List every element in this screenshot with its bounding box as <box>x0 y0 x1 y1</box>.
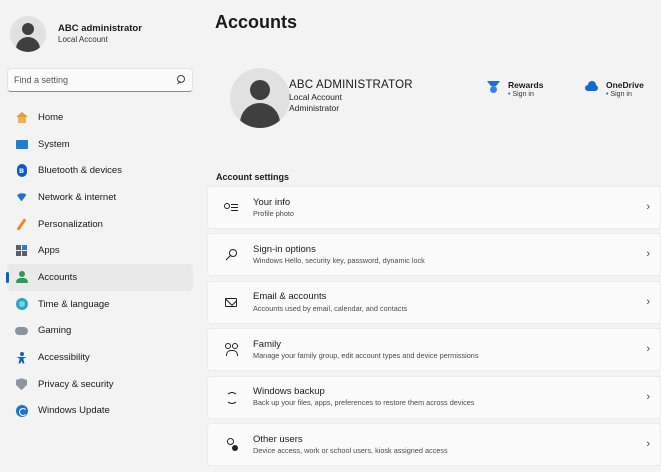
profile-avatar <box>230 68 290 128</box>
home-icon <box>15 111 28 124</box>
chevron-right-icon: › <box>646 201 650 213</box>
sidebar-item-accounts[interactable]: Accounts <box>6 264 193 291</box>
chevron-right-icon: › <box>646 437 650 450</box>
chevron-right-icon: › <box>646 390 650 403</box>
chevron-right-icon: › <box>646 248 650 261</box>
sidebar-item-bluetooth[interactable]: ʙ Bluetooth & devices <box>7 157 193 184</box>
sidebar-item-accessibility[interactable]: Accessibility <box>7 344 193 371</box>
apps-icon <box>15 244 28 257</box>
sidebar-item-windows-update[interactable]: Windows Update <box>7 398 193 425</box>
sidebar-item-privacy-security[interactable]: Privacy & security <box>7 371 193 398</box>
chevron-right-icon: › <box>646 295 650 308</box>
sidebar-item-personalization[interactable]: Personalization <box>7 211 193 238</box>
sidebar-item-gaming[interactable]: Gaming <box>7 318 193 345</box>
search-icon[interactable] <box>176 75 186 85</box>
profile-name: ABC ADMINISTRATOR <box>289 79 413 91</box>
sidebar-user-subtitle: Local Account <box>58 34 108 44</box>
section-title: Account settings <box>216 172 290 182</box>
sidebar-item-system[interactable]: System <box>7 131 193 158</box>
page-title: Accounts <box>215 12 298 32</box>
rewards-sign-in-link[interactable]: • Sign in <box>508 90 543 100</box>
card-subtitle: Device access, work or school users, kio… <box>253 445 448 455</box>
card-subtitle: Windows Hello, security key, password, d… <box>253 256 425 266</box>
wifi-icon <box>15 191 28 204</box>
rewards-service[interactable]: Rewards • Sign in <box>487 80 543 100</box>
rewards-trophy-icon <box>487 81 500 94</box>
globe-clock-icon <box>15 298 28 311</box>
card-windows-backup[interactable]: Windows backup Back up your files, apps,… <box>207 375 661 419</box>
onedrive-cloud-icon <box>585 81 598 94</box>
other-users-icon <box>224 437 238 451</box>
card-family[interactable]: Family Manage your family group, edit ac… <box>207 328 661 372</box>
account-settings-list: Your info Profile photo › Sign-in option… <box>207 186 661 470</box>
sidebar-item-label: Accounts <box>38 271 78 283</box>
search-box[interactable] <box>7 68 193 92</box>
sidebar-nav: Home System ʙ Bluetooth & devices Networ… <box>0 104 200 424</box>
sidebar-user-name: ABC administrator <box>58 22 142 34</box>
card-title: Sign-in options <box>253 243 316 255</box>
sidebar-item-label: Home <box>38 111 64 123</box>
onedrive-service[interactable]: OneDrive • Sign in <box>585 80 644 100</box>
system-icon <box>15 138 28 151</box>
card-subtitle: Accounts used by email, calendar, and co… <box>253 303 408 313</box>
pen-icon <box>15 217 28 231</box>
sidebar-user-card[interactable]: ABC administrator Local Account <box>10 14 195 54</box>
backup-sync-icon <box>224 390 238 405</box>
sidebar-item-label: System <box>38 138 70 150</box>
sidebar-item-label: Network & internet <box>38 191 117 203</box>
sidebar-item-network[interactable]: Network & internet <box>7 184 193 211</box>
sidebar-item-home[interactable]: Home <box>7 104 193 131</box>
avatar <box>10 16 46 52</box>
accounts-icon <box>15 271 28 284</box>
sidebar-item-label: Windows Update <box>38 405 110 417</box>
card-title: Your info <box>253 196 291 208</box>
family-icon <box>224 343 238 357</box>
person-info-icon <box>224 201 238 215</box>
card-title: Other users <box>253 433 303 445</box>
card-other-users[interactable]: Other users Device access, work or schoo… <box>207 422 661 466</box>
sidebar-item-time-language[interactable]: Time & language <box>7 291 193 318</box>
shield-icon <box>15 378 28 391</box>
card-title: Windows backup <box>253 386 325 398</box>
controller-icon <box>15 324 28 337</box>
sidebar-item-label: Accessibility <box>38 352 90 364</box>
rewards-title: Rewards <box>508 80 544 90</box>
card-title: Family <box>253 338 281 350</box>
profile-header: ABC ADMINISTRATOR Local Account Administ… <box>215 58 661 138</box>
key-icon <box>224 248 238 262</box>
card-sign-in-options[interactable]: Sign-in options Windows Hello, security … <box>207 233 661 277</box>
sidebar: ABC administrator Local Account Home Sys… <box>0 0 200 472</box>
card-subtitle: Back up your files, apps, preferences to… <box>253 398 475 408</box>
card-email-accounts[interactable]: Email & accounts Accounts used by email,… <box>207 280 661 324</box>
chevron-right-icon: › <box>646 343 650 356</box>
sidebar-item-label: Bluetooth & devices <box>38 165 122 177</box>
onedrive-sign-in-link[interactable]: • Sign in <box>606 90 644 100</box>
onedrive-title: OneDrive <box>606 80 644 90</box>
search-input[interactable] <box>14 75 176 85</box>
sidebar-item-label: Time & language <box>38 298 110 310</box>
accessibility-icon <box>15 351 28 364</box>
onedrive-status: Sign in <box>610 91 632 99</box>
card-subtitle: Manage your family group, edit account t… <box>253 351 479 361</box>
sidebar-item-label: Apps <box>38 245 60 257</box>
profile-role: Administrator <box>289 103 340 113</box>
profile-account-type: Local Account <box>289 92 342 103</box>
sidebar-item-apps[interactable]: Apps <box>7 237 193 264</box>
card-subtitle: Profile photo <box>253 208 294 218</box>
sidebar-item-label: Gaming <box>38 325 72 337</box>
bluetooth-icon: ʙ <box>15 164 28 178</box>
rewards-status: Sign in <box>512 91 534 99</box>
mail-icon <box>224 295 238 309</box>
update-icon <box>15 404 28 417</box>
sidebar-item-label: Privacy & security <box>38 378 114 390</box>
sidebar-item-label: Personalization <box>38 218 103 230</box>
card-your-info[interactable]: Your info Profile photo › <box>207 186 661 229</box>
card-title: Email & accounts <box>253 291 327 303</box>
